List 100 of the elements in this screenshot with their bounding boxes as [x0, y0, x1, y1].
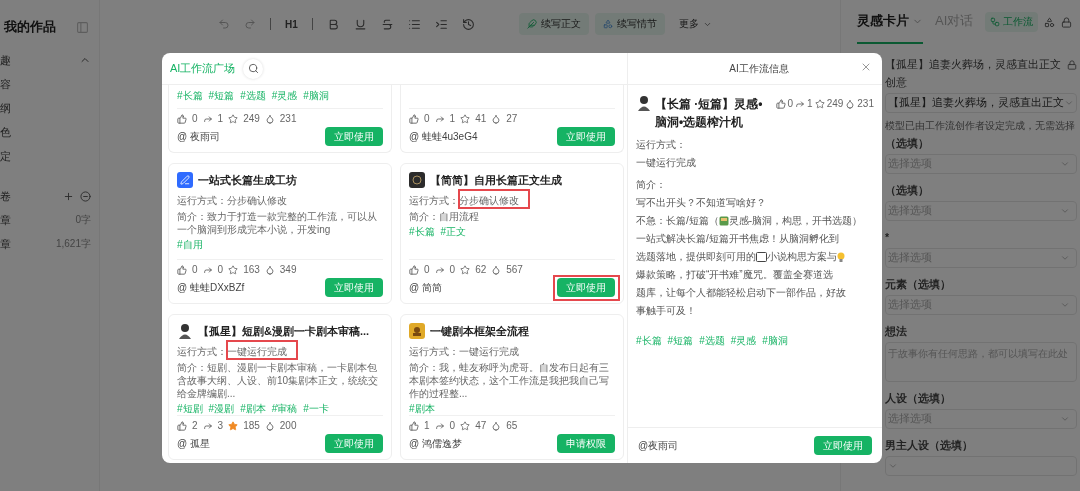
tag[interactable]: #脑洞 [303, 90, 329, 102]
workflow-button[interactable]: 工作流 [985, 12, 1039, 32]
search-button[interactable] [243, 58, 264, 79]
like-icon[interactable] [775, 98, 786, 109]
toolbar-button[interactable]: 更多 [670, 13, 720, 35]
use-count: 349 [279, 264, 297, 275]
close-button[interactable] [860, 61, 872, 73]
intro-text: 灵感-脑洞，构思，开书选题） [728, 214, 863, 228]
star-icon[interactable] [814, 98, 825, 109]
like-icon[interactable] [409, 264, 419, 275]
use-button[interactable]: 申请权限 [557, 434, 615, 453]
star-icon[interactable] [228, 113, 239, 124]
sidebar-item[interactable]: 色 [0, 124, 11, 140]
tag[interactable]: #短篇 [667, 335, 694, 347]
field-label: 元素（选填） [885, 278, 952, 291]
share-icon[interactable] [202, 264, 213, 275]
use-button[interactable]: 立即使用 [325, 278, 383, 297]
field-label: （选填） [885, 137, 930, 150]
intro-text: 不急：长篇/短篇（ [636, 214, 719, 228]
heading-button[interactable]: H1 [285, 18, 298, 30]
like-icon[interactable] [177, 420, 187, 431]
use-button[interactable]: 立即使用 [557, 127, 615, 146]
strikethrough-icon[interactable] [380, 17, 394, 31]
use-button[interactable]: 立即使用 [325, 434, 383, 453]
list-icon[interactable] [407, 17, 421, 31]
sidebar-item[interactable]: 定 [0, 148, 11, 164]
share-icon[interactable] [434, 420, 445, 431]
like-icon[interactable] [409, 420, 419, 431]
tag[interactable]: #长篇 [177, 90, 203, 102]
use-button[interactable]: 立即使用 [325, 127, 383, 146]
tag[interactable]: #长篇 [409, 226, 435, 238]
tag[interactable]: #长篇 [636, 335, 662, 347]
toolbar-button[interactable]: 续写情节 [594, 13, 665, 35]
tag[interactable]: #自用 [177, 239, 203, 251]
indent-icon[interactable] [434, 17, 448, 31]
use-button[interactable]: 立即使用 [557, 278, 615, 297]
tag[interactable]: #剧本 [240, 403, 266, 415]
star-icon[interactable] [460, 113, 471, 124]
intro-text: 题库，让每个人都能轻松启动下一部作品，好故 [636, 286, 846, 300]
sidebar-item[interactable]: 趣 [0, 52, 11, 68]
panel-tab[interactable]: 灵感卡片 [857, 0, 923, 44]
tag[interactable]: #灵感 [730, 335, 757, 347]
share-icon[interactable] [202, 113, 213, 124]
run-mode: 运行方式：分步确认修改 [177, 195, 287, 207]
share-icon[interactable] [202, 420, 213, 431]
star-icon[interactable] [228, 420, 239, 431]
grid-icon[interactable] [1044, 16, 1056, 28]
tag[interactable]: #灵感 [271, 90, 298, 102]
use-count: 65 [506, 420, 518, 431]
chapter-label[interactable]: 章 [0, 236, 11, 252]
toolbar-button[interactable]: 续写正文 [518, 13, 589, 35]
star-icon[interactable] [460, 420, 471, 431]
tag[interactable]: #脑洞 [762, 335, 788, 347]
tag[interactable]: #选题 [699, 335, 725, 347]
author-name: @ 夜雨司 [177, 129, 220, 144]
intro-text: 选题落地，提供即刻可用的 [636, 250, 756, 264]
share-count: 1 [217, 113, 224, 124]
chapter-label[interactable]: 章 [0, 212, 11, 228]
undo-icon[interactable] [218, 18, 230, 30]
tag[interactable]: #短剧 [177, 403, 203, 415]
bulb-icon [837, 252, 845, 262]
drop-icon [491, 264, 502, 275]
intro-text: 小说构思方案与 [767, 250, 837, 264]
lock-icon [1067, 60, 1077, 70]
like-count: 0 [787, 98, 794, 109]
use-button[interactable]: 立即使用 [814, 436, 872, 455]
sidebar-item[interactable]: 纲 [0, 100, 11, 116]
share-icon[interactable] [434, 113, 445, 124]
sidebar-item[interactable]: 容 [0, 76, 11, 92]
share-icon[interactable] [795, 98, 806, 109]
drop-icon [264, 113, 275, 124]
tag[interactable]: #剧本 [409, 403, 435, 415]
tag[interactable]: #一卡 [303, 403, 329, 415]
tag[interactable]: #正文 [440, 226, 467, 238]
select-field[interactable]: 【孤星】追妻火葬场，灵感直出正文 [885, 93, 1077, 113]
tag[interactable]: #短篇 [208, 90, 235, 102]
redo-icon[interactable] [244, 18, 256, 30]
underline-icon[interactable] [353, 17, 367, 31]
like-icon[interactable] [177, 264, 187, 275]
share-icon[interactable] [434, 264, 445, 275]
add-icon[interactable] [63, 190, 74, 202]
select-field[interactable] [885, 456, 1077, 476]
tag[interactable]: #漫剧 [208, 403, 235, 415]
lock-icon[interactable] [1061, 16, 1073, 28]
like-icon[interactable] [409, 113, 419, 124]
volume-label[interactable]: 卷 [0, 188, 11, 204]
author-name: @ 蛙蛙DXxBZf [177, 280, 245, 295]
star-icon[interactable] [228, 264, 239, 275]
workflow-icon [990, 17, 1001, 27]
star-icon[interactable] [460, 264, 471, 275]
remove-icon[interactable] [80, 190, 91, 202]
history-icon[interactable] [461, 17, 475, 31]
like-count: 0 [424, 264, 430, 275]
tag[interactable]: #审稿 [271, 403, 298, 415]
like-icon[interactable] [177, 113, 187, 124]
use-count: 567 [506, 264, 523, 275]
tag[interactable]: #选题 [240, 90, 266, 102]
like-count: 1 [424, 420, 430, 431]
shapes-icon [602, 19, 613, 29]
pen-icon [177, 172, 193, 188]
